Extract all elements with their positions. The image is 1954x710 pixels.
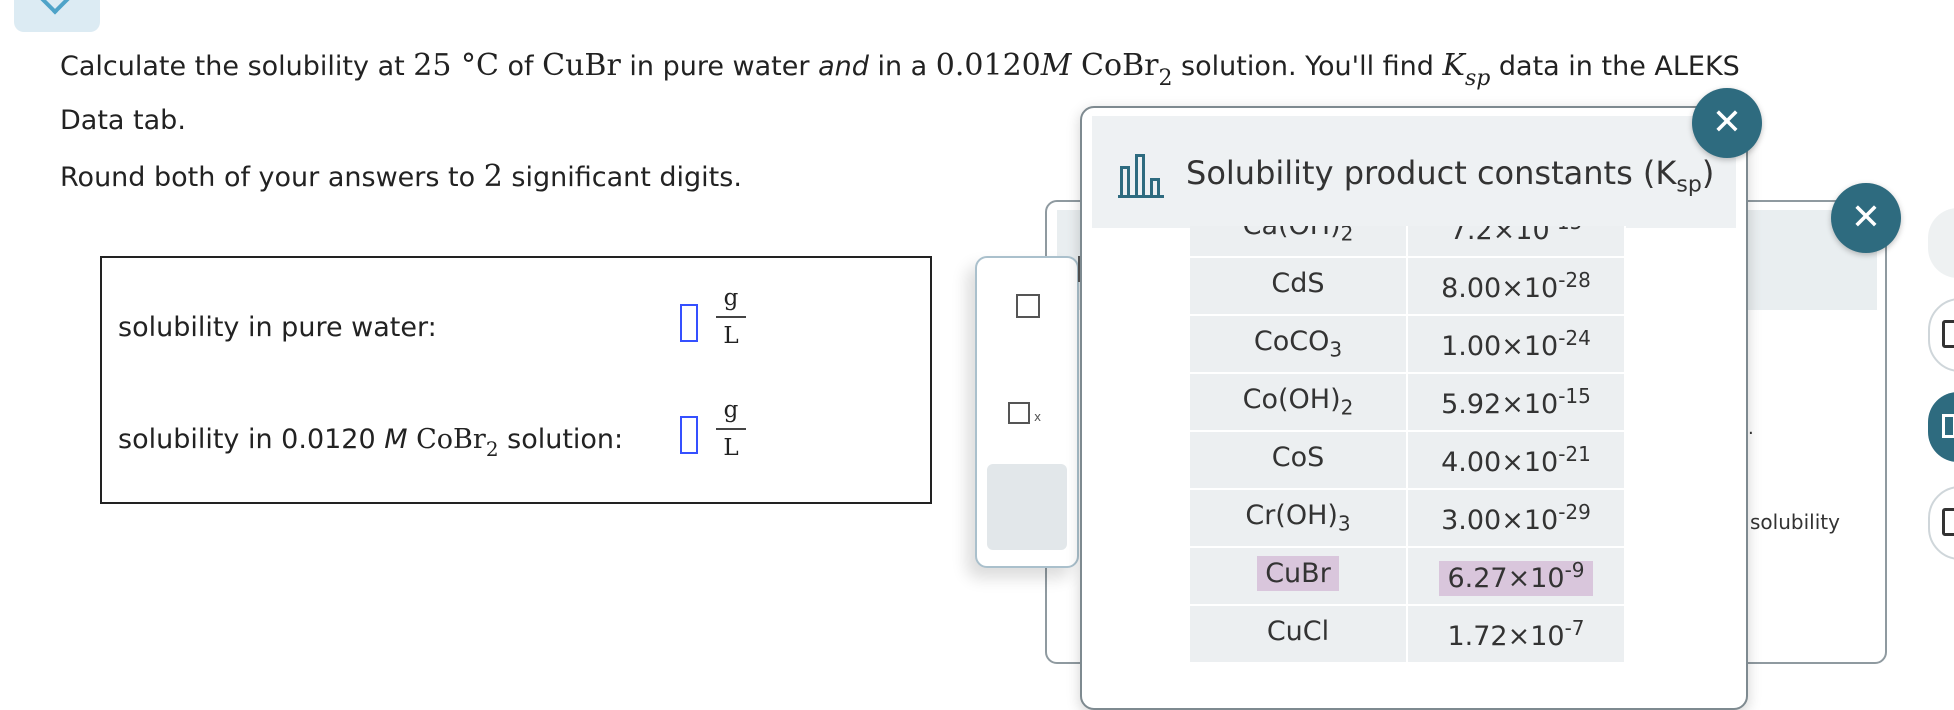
unit-fraction: gL (716, 284, 746, 350)
compound-cell: CuCl (1190, 606, 1408, 664)
ksp-value-cell: 4.00×10-21 (1408, 432, 1626, 490)
ksp-value-cell: 1.72×10-7 (1408, 606, 1626, 664)
ksp-value-cell: 1.00×10-24 (1408, 316, 1626, 374)
ksp-row: Co(OH)2 5.92×10-15 (1190, 374, 1626, 432)
ksp-value-cell: 7.2×10-15 (1408, 226, 1626, 258)
chevron-down-icon (39, 0, 71, 15)
compound-cell: Co(OH)2 (1190, 374, 1408, 432)
rounding-instruction: Round both of your answers to 2 signific… (60, 159, 742, 194)
ksp-row: CoCO3 1.00×10-24 (1190, 316, 1626, 374)
ksp-table-scroll[interactable]: Ca(OH)27.2×10-15CdS8.00×10-28CoCO31.00×1… (1190, 226, 1630, 706)
ksp-data-popup: Solubility product constants (Ksp) Ca(OH… (1080, 106, 1748, 710)
background-dot: . (1748, 418, 1754, 439)
bar-chart-icon (1118, 154, 1164, 198)
ksp-value-cell: 6.27×10-9 (1408, 548, 1626, 606)
popup-title: Solubility product constants (Ksp) (1186, 154, 1715, 198)
ksp-table: Ca(OH)27.2×10-15CdS8.00×10-28CoCO31.00×1… (1190, 226, 1626, 664)
answer-box: solubility in pure water: gL solubility … (100, 256, 932, 504)
ksp-value-cell: 3.00×10-29 (1408, 490, 1626, 548)
compound-cell: CoS (1190, 432, 1408, 490)
pure-water-answer-input[interactable] (680, 304, 698, 342)
background-solubility-label: solubility (1750, 510, 1840, 534)
ksp-value-cell: 5.92×10-15 (1408, 374, 1626, 432)
background-checkbox[interactable] (1016, 294, 1040, 318)
side-tool-button[interactable] (1928, 208, 1954, 278)
ksp-row: Cr(OH)3 3.00×10-29 (1190, 490, 1626, 548)
pure-water-label: solubility in pure water: (118, 312, 437, 343)
ksp-value-cell: 8.00×10-28 (1408, 258, 1626, 316)
notes-icon[interactable] (1928, 486, 1954, 560)
collapse-tab[interactable] (14, 0, 100, 32)
ksp-row: CuBr 6.27×10-9 (1190, 548, 1626, 606)
compound-cell: Ca(OH)2 (1190, 226, 1408, 258)
close-button-back[interactable]: ✕ (1831, 183, 1901, 253)
popup-header: Solubility product constants (Ksp) (1092, 116, 1736, 228)
compound-cell: CuBr (1190, 548, 1408, 606)
ksp-row: CoS 4.00×10-21 (1190, 432, 1626, 490)
ksp-row: Ca(OH)27.2×10-15 (1190, 226, 1626, 258)
calculator-icon[interactable] (1928, 298, 1954, 372)
ksp-row: CdS 8.00×10-28 (1190, 258, 1626, 316)
periodic-table-icon[interactable] (1928, 392, 1954, 462)
cobr2-answer-input[interactable] (680, 416, 698, 454)
compound-cell: Cr(OH)3 (1190, 490, 1408, 548)
cobr2-solution-label: solubility in 0.0120 M CoBr2 solution: (118, 424, 624, 461)
background-checkbox-x[interactable] (1008, 402, 1030, 424)
ksp-row: CuCl 1.72×10-7 (1190, 606, 1626, 664)
compound-cell: CoCO3 (1190, 316, 1408, 374)
x-mark: x (1034, 410, 1042, 424)
unit-fraction: gL (716, 396, 746, 462)
background-button[interactable] (987, 464, 1067, 550)
close-popup-button[interactable]: ✕ (1692, 88, 1762, 158)
compound-cell: CdS (1190, 258, 1408, 316)
